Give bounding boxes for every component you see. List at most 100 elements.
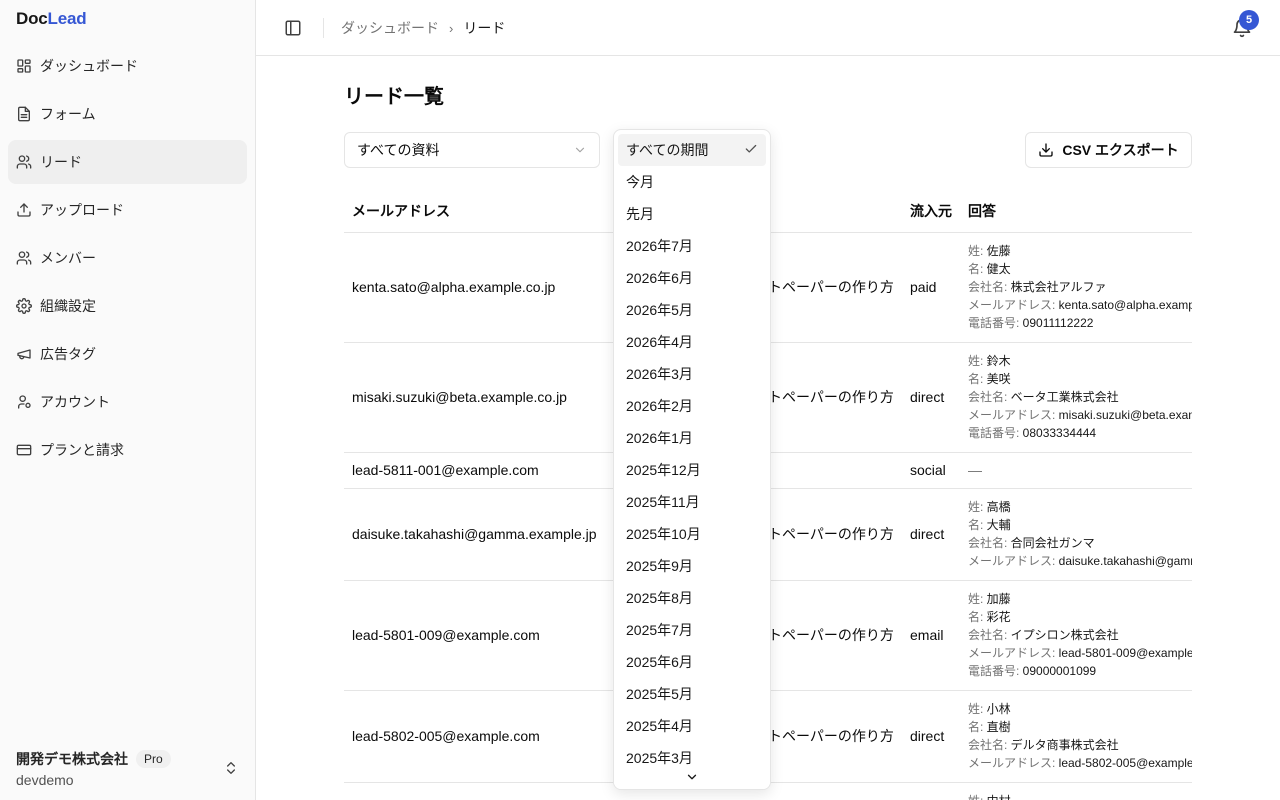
period-option[interactable]: 2025年8月 (618, 582, 766, 614)
answer-key: 名: (968, 518, 987, 532)
answer-line: メールアドレス: lead-5802-005@example.com (968, 754, 1192, 772)
answer-key: 名: (968, 262, 987, 276)
org-slug: devdemo (16, 771, 74, 788)
notification-badge: 5 (1239, 10, 1259, 30)
answer-line: 電話番号: 09011112222 (968, 314, 1192, 332)
chevron-right-icon: › (449, 20, 454, 36)
sidebar-item-label: プランと請求 (40, 442, 124, 458)
period-option[interactable]: 2026年3月 (618, 358, 766, 390)
period-option[interactable]: 2026年1月 (618, 422, 766, 454)
answer-value: 08033334444 (1022, 426, 1097, 440)
answer-value: 合同会社ガンマ (1010, 536, 1095, 550)
period-option[interactable]: 2025年12月 (618, 454, 766, 486)
lead-answers: — (960, 452, 1192, 489)
sidebar-item-8[interactable]: プランと請求 (8, 428, 247, 472)
material-filter-select[interactable]: すべての資料 (344, 132, 600, 168)
answer-value: 小林 (986, 702, 1011, 716)
lead-email[interactable]: lead-5802-005@example.com (344, 690, 620, 783)
lead-email[interactable]: kenta.sato@alpha.example.co.jp (344, 232, 620, 343)
sidebar-item-3[interactable]: アップロード (8, 188, 247, 232)
sidebar-item-6[interactable]: 広告タグ (8, 332, 247, 376)
lead-email[interactable]: lead-5811-001@example.com (344, 452, 620, 489)
sidebar-toggle-icon[interactable] (284, 19, 302, 37)
lead-email[interactable]: lead-5801-001@example.com (344, 782, 620, 800)
period-option[interactable]: 2026年5月 (618, 294, 766, 326)
breadcrumb: ダッシュボード › リード (341, 18, 505, 38)
column-header-email[interactable]: メールアドレス (344, 190, 620, 233)
period-option[interactable]: 2026年4月 (618, 326, 766, 358)
breadcrumb-dashboard[interactable]: ダッシュボード (341, 18, 439, 38)
answer-key: 会社名: (968, 738, 1011, 752)
csv-export-button[interactable]: CSV エクスポート (1025, 132, 1192, 168)
answer-key: メールアドレス: (968, 298, 1059, 312)
answer-line: 名: 美咲 (968, 370, 1192, 388)
answer-value: 佐藤 (986, 244, 1011, 258)
sidebar-item-label: アカウント (40, 394, 110, 410)
chevron-down-icon (687, 774, 697, 780)
answer-value: 高橋 (986, 500, 1011, 514)
period-option-label: 2025年11月 (626, 494, 700, 510)
file-text-icon (16, 106, 32, 122)
sidebar-item-5[interactable]: 組織設定 (8, 284, 247, 328)
answer-line: 会社名: 株式会社アルファ (968, 278, 1192, 296)
period-option[interactable]: 2025年5月 (618, 678, 766, 710)
period-option[interactable]: 2025年10月 (618, 518, 766, 550)
answer-line: 会社名: ベータ工業株式会社 (968, 388, 1192, 406)
sidebar-item-label: メンバー (40, 250, 96, 266)
answer-value: 美咲 (986, 372, 1011, 386)
period-option[interactable]: 2025年4月 (618, 710, 766, 742)
period-option-label: 2026年5月 (626, 302, 693, 318)
lead-source: social (902, 782, 960, 800)
period-filter-dropdown[interactable]: すべての期間 今月 先月 2026年7月 2026年6月 2026年5月 2026年4月 20… (613, 129, 771, 790)
answer-key: 姓: (968, 794, 987, 800)
lead-email[interactable]: daisuke.takahashi@gamma.example.jp (344, 488, 620, 581)
answer-line: 名: 大輔 (968, 516, 1192, 534)
answer-key: 電話番号: (968, 426, 1023, 440)
column-header-source[interactable]: 流入元 (902, 190, 960, 233)
csv-export-label: CSV エクスポート (1062, 142, 1179, 158)
answer-value: ベータ工業株式会社 (1010, 390, 1119, 404)
answer-key: 会社名: (968, 390, 1011, 404)
period-option[interactable]: 2026年2月 (618, 390, 766, 422)
period-option-label: 2025年7月 (626, 622, 693, 638)
answer-line: 会社名: イプシロン株式会社 (968, 626, 1192, 644)
period-option[interactable]: すべての期間 (618, 134, 766, 166)
sidebar-item-4[interactable]: メンバー (8, 236, 247, 280)
sidebar-item-7[interactable]: アカウント (8, 380, 247, 424)
lead-email[interactable]: misaki.suzuki@beta.example.co.jp (344, 342, 620, 453)
answer-value: イプシロン株式会社 (1010, 628, 1119, 642)
period-option[interactable]: 2025年6月 (618, 646, 766, 678)
answer-key: 電話番号: (968, 664, 1023, 678)
check-icon (744, 142, 758, 159)
answer-key: 会社名: (968, 628, 1011, 642)
answer-key: 姓: (968, 244, 987, 258)
sidebar-item-label: 広告タグ (40, 346, 96, 362)
answer-line: メールアドレス: lead-5801-009@example.com (968, 644, 1192, 662)
megaphone-icon (16, 346, 32, 362)
answer-value: daisuke.takahashi@gamma.example.jp (1058, 554, 1192, 568)
scroll-down-button[interactable] (614, 765, 770, 789)
period-option[interactable]: 2026年7月 (618, 230, 766, 262)
answer-line: 姓: 中村 (968, 792, 1192, 800)
period-option[interactable]: 今月 (618, 166, 766, 198)
answer-key: 電話番号: (968, 316, 1023, 330)
column-header-answers[interactable]: 回答 (960, 190, 1192, 233)
answer-value: 大輔 (986, 518, 1011, 532)
period-option[interactable]: 2025年11月 (618, 486, 766, 518)
sidebar-item-0[interactable]: ダッシュボード (8, 44, 247, 88)
brand-logo[interactable]: DocLead (16, 9, 87, 29)
period-option[interactable]: 先月 (618, 198, 766, 230)
period-option[interactable]: 2026年6月 (618, 262, 766, 294)
sidebar-item-2[interactable]: リード (8, 140, 247, 184)
period-option[interactable]: 2025年7月 (618, 614, 766, 646)
org-switcher[interactable]: 開発デモ株式会社 Pro devdemo (8, 744, 247, 792)
answer-value: 09000001099 (1022, 664, 1097, 678)
period-option-label: 2026年7月 (626, 238, 693, 254)
period-option[interactable]: 2025年9月 (618, 550, 766, 582)
sidebar-item-1[interactable]: フォーム (8, 92, 247, 136)
answer-key: 名: (968, 720, 987, 734)
gear-icon (16, 298, 32, 314)
period-option-label: 2025年10月 (626, 526, 701, 542)
lead-email[interactable]: lead-5801-009@example.com (344, 580, 620, 691)
period-option-label: 今月 (626, 174, 654, 190)
